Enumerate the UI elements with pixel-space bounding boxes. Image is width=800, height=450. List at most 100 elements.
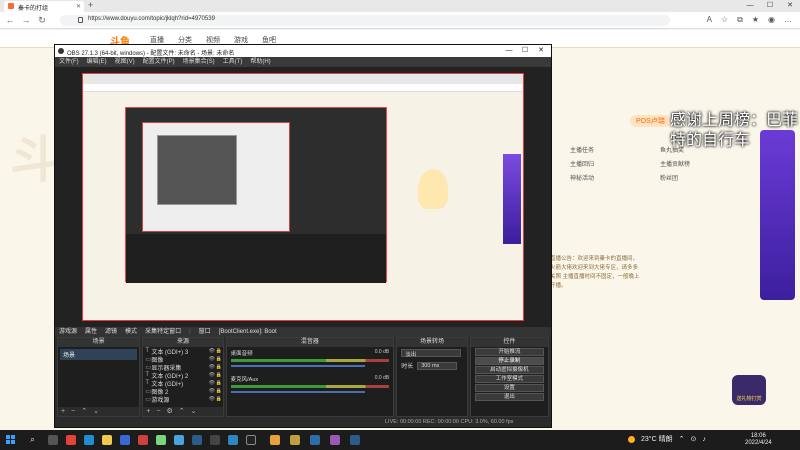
move-up-icon[interactable]: ⌃ — [81, 407, 87, 416]
eye-icon[interactable]: 👁 — [209, 348, 216, 354]
move-up-icon[interactable]: ⌃ — [179, 407, 185, 416]
tray-expand-icon[interactable]: ⌃ — [679, 435, 685, 443]
weather-icon[interactable] — [628, 435, 635, 443]
duration-input[interactable]: 300 ms — [417, 361, 458, 370]
lock-icon[interactable]: 🔒 — [216, 396, 223, 402]
task-view-icon[interactable] — [48, 435, 58, 445]
window-select[interactable]: [BootClient.exe]: Boot — [219, 327, 277, 337]
web-task-item[interactable]: 主播任务 — [570, 145, 640, 159]
remove-source-icon[interactable]: − — [156, 407, 160, 416]
filters-button[interactable]: 滤镜 — [105, 327, 117, 337]
app-icon[interactable] — [138, 435, 148, 445]
store-icon[interactable] — [120, 435, 130, 445]
more-menu-icon[interactable]: … — [784, 15, 792, 25]
transition-select[interactable]: 淡出 — [401, 349, 462, 358]
search-icon[interactable]: ⌕ — [30, 434, 35, 445]
chrome-icon[interactable] — [66, 435, 76, 445]
new-tab-button[interactable]: + — [88, 0, 93, 10]
taskbar-clock[interactable]: 18:06 2022/4/24 — [745, 433, 772, 447]
studio-mode-button[interactable]: 工作室模式 — [474, 375, 544, 383]
minimize-icon[interactable]: — — [740, 0, 760, 12]
remove-scene-icon[interactable]: − — [71, 407, 75, 416]
exit-button[interactable]: 退出 — [474, 393, 544, 401]
eye-icon[interactable]: 👁 — [209, 364, 216, 370]
lock-icon[interactable]: 🔒 — [216, 364, 223, 370]
obs-maximize-icon[interactable]: ☐ — [517, 45, 533, 57]
move-down-icon[interactable]: ⌄ — [191, 407, 197, 416]
scene-item[interactable]: 场景 — [60, 349, 138, 360]
menu-file[interactable]: 文件(F) — [59, 57, 79, 67]
steam-icon[interactable] — [350, 435, 360, 445]
volume-slider[interactable] — [230, 391, 366, 393]
eye-icon[interactable]: 👁 — [209, 356, 216, 362]
menu-edit[interactable]: 编辑(E) — [87, 57, 107, 67]
obs-close-icon[interactable]: ✕ — [533, 45, 549, 57]
app-icon[interactable] — [228, 435, 238, 445]
eye-icon[interactable]: 👁 — [209, 372, 216, 378]
gift-badge[interactable]: 送礼物打赏 — [732, 375, 766, 405]
lock-icon[interactable]: 🔒 — [216, 356, 223, 362]
eye-icon[interactable]: 👁 — [209, 396, 216, 402]
lock-icon[interactable]: 🔒 — [216, 348, 223, 354]
wechat-icon[interactable] — [156, 435, 166, 445]
virtual-camera-button[interactable]: 启动虚拟摄像机 — [474, 366, 544, 374]
stop-recording-button[interactable]: 停止录制 — [474, 357, 544, 365]
menu-view[interactable]: 视图(V) — [115, 57, 135, 67]
weather-text[interactable]: 23°C 晴朗 — [641, 434, 673, 444]
favorites-icon[interactable]: ★ — [752, 15, 759, 25]
favorite-star-icon[interactable]: ☆ — [721, 15, 728, 25]
eye-icon[interactable]: 👁 — [209, 380, 216, 386]
lock-icon[interactable]: 🔒 — [216, 388, 223, 394]
move-down-icon[interactable]: ⌄ — [93, 407, 99, 416]
app-icon[interactable] — [174, 435, 184, 445]
steam-icon[interactable] — [192, 435, 202, 445]
forward-icon[interactable]: → — [20, 15, 32, 25]
menu-scene-collection[interactable]: 场景集合(S) — [183, 57, 215, 67]
obs-taskbar-icon[interactable] — [246, 435, 256, 445]
back-icon[interactable]: ← — [4, 15, 16, 25]
mode-select[interactable]: 采集特定窗口 — [145, 327, 181, 337]
web-task-item[interactable]: 粉丝团 — [660, 173, 730, 187]
profile-icon[interactable]: ◉ — [768, 15, 775, 25]
menu-tools[interactable]: 工具(T) — [223, 57, 243, 67]
volume-slider[interactable] — [230, 365, 366, 367]
start-menu-icon[interactable] — [6, 435, 15, 444]
obs-minimize-icon[interactable]: — — [501, 45, 517, 57]
add-scene-icon[interactable]: + — [61, 407, 65, 416]
close-window-icon[interactable]: ✕ — [780, 0, 800, 12]
lock-icon[interactable]: 🔒 — [216, 380, 223, 386]
app-icon[interactable] — [210, 435, 220, 445]
app-icon[interactable] — [330, 435, 340, 445]
file-explorer-icon[interactable] — [102, 435, 112, 445]
maximize-icon[interactable]: ☐ — [760, 0, 780, 12]
network-icon[interactable]: ⊙ — [690, 435, 696, 443]
event-side-card[interactable] — [760, 130, 795, 300]
read-aloud-icon[interactable]: A — [707, 15, 712, 25]
menu-help[interactable]: 帮助(H) — [250, 57, 270, 67]
lock-icon[interactable]: 🔒 — [216, 372, 223, 378]
start-streaming-button[interactable]: 开始推流 — [474, 348, 544, 356]
edge-icon[interactable] — [84, 435, 94, 445]
app-icon[interactable] — [270, 435, 280, 445]
app-icon[interactable] — [310, 435, 320, 445]
close-tab-icon[interactable]: ✕ — [76, 3, 81, 10]
settings-button[interactable]: 设置 — [474, 384, 544, 392]
preview-canvas[interactable] — [82, 73, 524, 321]
source-settings-icon[interactable]: ⚙ — [167, 407, 173, 416]
properties-button[interactable]: 属性 — [85, 327, 97, 337]
web-task-item[interactable]: 主播回归 — [570, 159, 640, 173]
browser-tab[interactable]: 秦卡的打组 ✕ — [4, 1, 84, 12]
add-source-icon[interactable]: + — [146, 407, 150, 416]
web-task-item[interactable]: 神秘活动 — [570, 173, 640, 187]
app-icon[interactable] — [290, 435, 300, 445]
menu-profile[interactable]: 配置文件(P) — [143, 57, 175, 67]
obs-preview-area[interactable] — [55, 67, 551, 327]
source-row[interactable]: ▭ 游戏源 👁 🔒 — [143, 395, 223, 404]
eye-icon[interactable]: 👁 — [209, 388, 216, 394]
collections-icon[interactable]: ⧉ — [737, 15, 743, 25]
pos-tag[interactable]: POS卢瑞 — [630, 115, 671, 127]
address-bar[interactable]: https://www.douyu.com/topic/jklqh?rid=49… — [60, 15, 670, 26]
volume-icon[interactable]: ♪ — [702, 436, 706, 443]
refresh-icon[interactable]: ↻ — [36, 15, 48, 26]
web-task-item[interactable]: 主播贡献榜 — [660, 159, 730, 173]
